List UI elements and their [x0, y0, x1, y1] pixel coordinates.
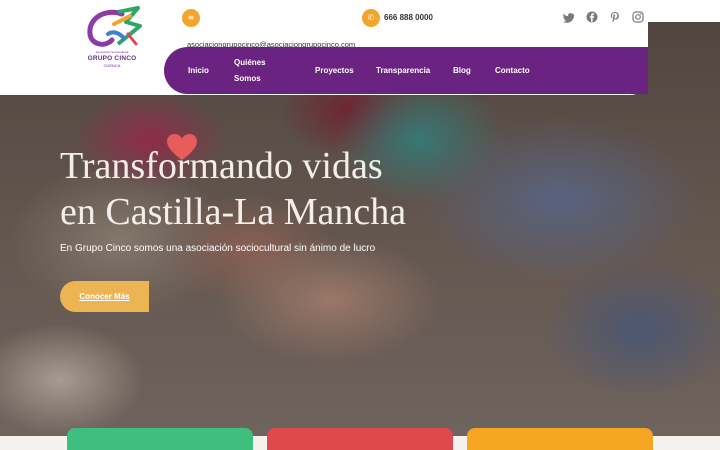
- hero-title-line2: en Castilla-La Mancha: [60, 191, 407, 233]
- nav-item-quienes-somos[interactable]: Quiénes: [234, 58, 266, 67]
- instagram-icon[interactable]: [632, 11, 644, 23]
- nav-item-proyectos[interactable]: Proyectos: [315, 66, 354, 75]
- phone-icon[interactable]: ✆: [362, 9, 380, 27]
- main-nav: Inicio Quiénes Somos Proyectos Transpare…: [164, 47, 648, 94]
- nav-item-transparencia[interactable]: Transparencia: [376, 66, 430, 75]
- hero-subtitle: En Grupo Cinco somos una asociación soci…: [60, 243, 376, 254]
- logo-tagline: Asociación Sociocultural: [95, 50, 129, 54]
- header-strip: [648, 0, 720, 22]
- nav-item-contacto[interactable]: Contacto: [495, 66, 530, 75]
- phone-link[interactable]: 666 888 0000: [384, 13, 433, 22]
- logo-title: GRUPO CINCO: [87, 55, 137, 62]
- feature-card-red[interactable]: [267, 428, 453, 450]
- hero-title: Transformando vidas en Castilla-La Manch…: [60, 143, 510, 235]
- conocer-mas-button[interactable]: Conocer Más: [60, 281, 149, 312]
- pinterest-icon[interactable]: [609, 11, 621, 23]
- facebook-icon[interactable]: [586, 11, 598, 23]
- nav-item-blog[interactable]: Blog: [453, 66, 471, 75]
- logo-subtitle: CUENCA: [103, 63, 121, 68]
- list-icon[interactable]: ≡: [182, 9, 200, 27]
- feature-card-orange[interactable]: [467, 428, 653, 450]
- twitter-icon[interactable]: [563, 11, 575, 23]
- nav-item-inicio[interactable]: Inicio: [188, 66, 209, 75]
- nav-item-quienes-somos-line2[interactable]: Somos: [234, 74, 261, 83]
- feature-card-green[interactable]: [67, 428, 253, 450]
- hero-title-line1: Transformando vidas: [60, 145, 383, 187]
